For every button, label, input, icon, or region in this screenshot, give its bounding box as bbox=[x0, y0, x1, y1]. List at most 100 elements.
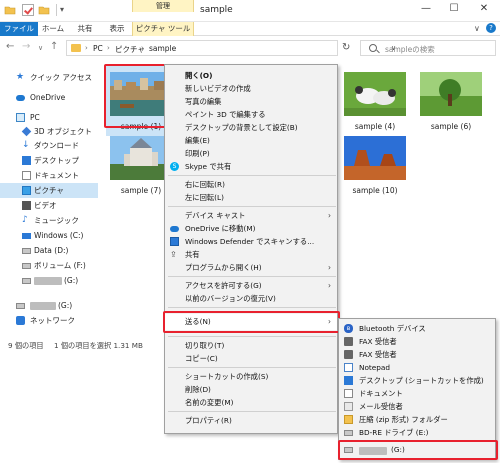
tab-home[interactable]: ホーム bbox=[38, 22, 68, 36]
sidebar-item-label: クイック アクセス bbox=[30, 73, 93, 82]
menu-item-rotate-left[interactable]: 左に回転(L) bbox=[165, 191, 337, 204]
menu-item-edit-photo[interactable]: 写真の編集 bbox=[165, 95, 337, 108]
menu-item-label: FAX 受信者 bbox=[359, 337, 397, 346]
thumbnail-image bbox=[344, 136, 406, 180]
menu-item-delete[interactable]: 削除(D) bbox=[165, 383, 337, 396]
file-name: sample (10) bbox=[352, 186, 398, 195]
manage-context-header: 管理 bbox=[132, 0, 194, 12]
pictures-icon bbox=[22, 186, 31, 195]
minimize-button[interactable]: — bbox=[412, 0, 440, 18]
menu-separator bbox=[168, 411, 336, 412]
file-tile[interactable]: sample (10) bbox=[340, 130, 410, 200]
recent-locations-icon[interactable]: ∨ bbox=[38, 44, 43, 52]
menu-item-properties[interactable]: プロパティ(R) bbox=[165, 414, 337, 427]
refresh-icon[interactable]: ↻ bbox=[342, 42, 350, 53]
menu-item-open-with[interactable]: プログラムから開く(H) › bbox=[165, 261, 337, 274]
menu-item-set-background[interactable]: デスクトップの背景として設定(B) bbox=[165, 121, 337, 134]
sidebar-item-label: ネットワーク bbox=[30, 316, 75, 325]
ribbon-tabs: ファイル ホーム 共有 表示 ピクチャ ツール ∨ ? bbox=[0, 22, 500, 36]
menu-item-share[interactable]: ⇪ 共有 bbox=[165, 248, 337, 261]
menu-item-edit[interactable]: 編集(E) bbox=[165, 134, 337, 147]
menu-separator bbox=[168, 276, 336, 277]
menu-item-open[interactable]: 開く(O) bbox=[165, 69, 337, 82]
desktop-icon bbox=[344, 376, 353, 385]
sidebar-item-label: ビデオ bbox=[34, 201, 57, 210]
address-field[interactable]: › PC › ピクチャ › sample ∨ bbox=[66, 40, 396, 56]
menu-item-documents[interactable]: ドキュメント bbox=[339, 387, 495, 400]
back-arrow-icon[interactable]: ← bbox=[6, 41, 14, 52]
menu-item-rotate-right[interactable]: 右に回転(R) bbox=[165, 178, 337, 191]
sidebar-item-quick-access[interactable]: ★ クイック アクセス bbox=[0, 70, 98, 85]
menu-item-copy[interactable]: コピー(C) bbox=[165, 352, 337, 365]
sidebar-item-label: 3D オブジェクト bbox=[34, 127, 92, 136]
sidebar-item-data-d[interactable]: Data (D:) bbox=[0, 243, 98, 258]
sidebar-item-documents[interactable]: ドキュメント bbox=[0, 168, 98, 183]
sidebar-item-label: (G:) bbox=[64, 276, 79, 285]
menu-item-skype[interactable]: S Skype で共有 bbox=[165, 160, 337, 173]
breadcrumb-sample[interactable]: sample bbox=[149, 44, 176, 53]
quick-access-dropdown-icon[interactable]: ▾ bbox=[60, 5, 64, 14]
properties-check-icon[interactable] bbox=[22, 4, 34, 16]
chevron-down-icon[interactable]: ∨ bbox=[474, 24, 480, 33]
submenu-arrow-icon: › bbox=[328, 281, 331, 290]
sidebar-item-pictures[interactable]: ピクチャ bbox=[0, 183, 98, 198]
menu-item-paint3d[interactable]: ペイント 3D で編集する bbox=[165, 108, 337, 121]
menu-item-cast[interactable]: デバイス キャスト › bbox=[165, 209, 337, 222]
up-arrow-icon[interactable]: ↑ bbox=[50, 41, 58, 52]
sidebar-item-drive-g[interactable]: (G:) bbox=[0, 273, 98, 288]
file-tile[interactable]: sample (4) bbox=[340, 66, 410, 136]
menu-item-label: デスクトップの背景として設定(B) bbox=[185, 123, 298, 132]
sidebar-item-label: (G:) bbox=[58, 301, 73, 310]
sidebar-item-desktop[interactable]: デスクトップ bbox=[0, 153, 98, 168]
folder-icon[interactable] bbox=[4, 4, 16, 16]
menu-item-grant-access[interactable]: アクセスを許可する(G) › bbox=[165, 279, 337, 292]
new-folder-icon[interactable] bbox=[38, 4, 50, 16]
tab-share[interactable]: 共有 bbox=[70, 22, 100, 36]
sidebar-item-windows-c[interactable]: Windows (C:) bbox=[0, 228, 98, 243]
help-icon[interactable]: ? bbox=[486, 23, 496, 33]
menu-item-label: 写真の編集 bbox=[185, 97, 222, 106]
menu-item-bluetooth[interactable]: ʙ Bluetooth デバイス bbox=[339, 322, 495, 335]
menu-item-mail[interactable]: メール受信者 bbox=[339, 400, 495, 413]
sidebar-item-volume-f[interactable]: ボリューム (F:) bbox=[0, 258, 98, 273]
sidebar-item-music[interactable]: ♪ ミュージック bbox=[0, 213, 98, 228]
menu-item-onedrive-move[interactable]: OneDrive に移動(M) bbox=[165, 222, 337, 235]
sidebar-item-network[interactable]: ネットワーク bbox=[0, 313, 98, 328]
menu-item-zip[interactable]: 圧縮 (zip 形式) フォルダー bbox=[339, 413, 495, 426]
file-tile[interactable]: sample (6) bbox=[416, 66, 486, 136]
menu-item-desktop-shortcut[interactable]: デスクトップ (ショートカットを作成) bbox=[339, 374, 495, 387]
menu-item-label: OneDrive に移動(M) bbox=[185, 224, 256, 233]
tab-picture-tools[interactable]: ピクチャ ツール bbox=[132, 22, 194, 36]
search-icon bbox=[369, 44, 377, 52]
menu-item-fax-1[interactable]: FAX 受信者 bbox=[339, 335, 495, 348]
maximize-button[interactable]: ☐ bbox=[440, 0, 468, 18]
desktop-icon bbox=[22, 156, 31, 165]
sidebar-item-videos[interactable]: ビデオ bbox=[0, 198, 98, 213]
menu-item-cut[interactable]: 切り取り(T) bbox=[165, 339, 337, 352]
menu-item-rename[interactable]: 名前の変更(M) bbox=[165, 396, 337, 409]
close-button[interactable]: ✕ bbox=[470, 0, 498, 18]
menu-item-restore-versions[interactable]: 以前のバージョンの復元(V) bbox=[165, 292, 337, 305]
menu-item-new-video[interactable]: 新しいビデオの作成 bbox=[165, 82, 337, 95]
search-input[interactable]: sampleの検索 bbox=[360, 40, 496, 56]
forward-arrow-icon[interactable]: → bbox=[22, 41, 30, 52]
menu-item-label: コピー(C) bbox=[185, 354, 218, 363]
menu-item-fax-2[interactable]: FAX 受信者 bbox=[339, 348, 495, 361]
sidebar-item-pc[interactable]: PC bbox=[0, 110, 98, 125]
menu-item-label: 圧縮 (zip 形式) フォルダー bbox=[359, 415, 448, 424]
menu-item-print[interactable]: 印刷(P) bbox=[165, 147, 337, 160]
sidebar-item-drive-g-root[interactable]: (G:) bbox=[0, 298, 98, 313]
tab-file[interactable]: ファイル bbox=[0, 22, 38, 36]
breadcrumb-pc[interactable]: PC bbox=[93, 44, 103, 53]
menu-item-create-shortcut[interactable]: ショートカットの作成(S) bbox=[165, 370, 337, 383]
menu-item-notepad[interactable]: Notepad bbox=[339, 361, 495, 374]
sidebar-item-label: ダウンロード bbox=[34, 141, 79, 150]
sidebar-item-3d-objects[interactable]: 3D オブジェクト bbox=[0, 124, 98, 139]
menu-item-defender-scan[interactable]: Windows Defender でスキャンする... bbox=[165, 235, 337, 248]
tab-view[interactable]: 表示 bbox=[102, 22, 132, 36]
sidebar-item-downloads[interactable]: ↓ ダウンロード bbox=[0, 138, 98, 153]
menu-item-bd-re-drive[interactable]: BD-RE ドライブ (E:) bbox=[339, 426, 495, 439]
window-title: sample bbox=[200, 5, 233, 15]
menu-item-label: アクセスを許可する(G) bbox=[185, 281, 262, 290]
sidebar-item-onedrive[interactable]: OneDrive bbox=[0, 90, 98, 105]
